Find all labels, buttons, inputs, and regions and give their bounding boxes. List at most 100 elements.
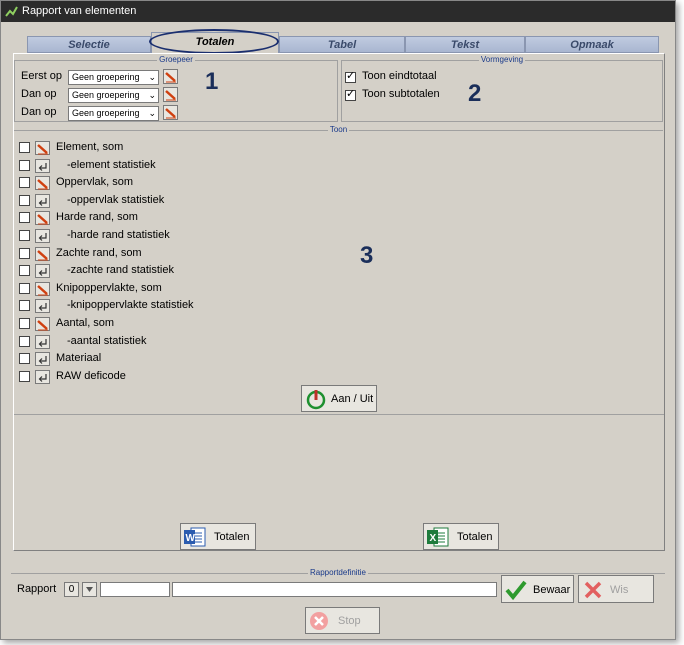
toon-item-checkbox[interactable] xyxy=(19,265,30,277)
window-title: Rapport van elementen xyxy=(22,5,137,17)
toon-item-checkbox[interactable] xyxy=(19,247,30,259)
edit-item-button[interactable] xyxy=(35,281,50,296)
item-detail-button[interactable] xyxy=(35,299,50,314)
toon-item-label: -knipoppervlakte statistiek xyxy=(67,299,194,312)
toon-item-label: Oppervlak, som xyxy=(56,176,134,189)
x-icon xyxy=(584,581,602,599)
toon-item-label: Element, som xyxy=(56,141,124,153)
toon-item-checkbox[interactable] xyxy=(19,177,30,189)
item-detail-button[interactable] xyxy=(35,229,50,243)
divider xyxy=(14,414,664,415)
toon-item-checkbox[interactable] xyxy=(19,353,30,365)
tab-totalen[interactable]: Totalen xyxy=(151,32,279,54)
edit-item-button[interactable] xyxy=(35,211,50,226)
rapport-name-field[interactable] xyxy=(172,582,497,597)
toon-item-label: Zachte rand, som xyxy=(56,246,142,259)
tab-tekst[interactable]: Tekst xyxy=(405,36,525,53)
toon-item-checkbox[interactable] xyxy=(19,318,30,329)
groepeer-select-3[interactable]: Geen groepering ⌄ xyxy=(68,106,159,121)
chevron-down-icon: ⌄ xyxy=(148,72,156,82)
pencil-icon xyxy=(165,108,176,119)
groepeer-label-2: Dan op xyxy=(21,88,57,100)
toon-item-checkbox[interactable] xyxy=(19,212,30,224)
toon-item-checkbox[interactable] xyxy=(19,230,30,241)
checkmark-icon: ✓ xyxy=(346,88,356,100)
toon-item-checkbox[interactable] xyxy=(19,335,30,347)
toon-item-checkbox[interactable] xyxy=(19,370,30,382)
report-window: Rapport van elementen Selectie Totalen T… xyxy=(0,0,676,640)
toon-item-label: -harde rand statistiek xyxy=(67,229,170,241)
chevron-down-icon: ⌄ xyxy=(148,108,156,118)
checkmark-icon: ✓ xyxy=(346,70,356,82)
edit-item-button[interactable] xyxy=(35,246,50,261)
toon-eindtotaal-checkbox[interactable]: ✓ xyxy=(345,70,356,83)
export-word-label: Totalen xyxy=(214,531,250,543)
edit-item-button[interactable] xyxy=(35,176,50,191)
stop-button[interactable]: Stop xyxy=(305,607,380,634)
annotation-1: 1 xyxy=(205,68,219,95)
rapport-number-box[interactable]: 0 xyxy=(64,582,79,597)
pencil-icon xyxy=(37,284,48,296)
power-icon xyxy=(306,390,326,410)
triangle-down-icon xyxy=(86,587,93,592)
excel-icon: X xyxy=(427,527,449,547)
export-word-button[interactable]: W Totalen xyxy=(180,523,256,550)
pencil-icon xyxy=(37,179,48,190)
stop-icon xyxy=(310,612,328,630)
pencil-icon xyxy=(37,144,48,155)
toon-item-label: -oppervlak statistiek xyxy=(67,193,165,206)
edit-grouping-1-button[interactable] xyxy=(163,69,178,84)
rapport-dropdown-button[interactable] xyxy=(82,582,97,597)
item-detail-button[interactable] xyxy=(35,352,50,367)
toon-item-label: -element statistiek xyxy=(67,158,156,171)
vormgeving-legend: Vormgeving xyxy=(480,55,524,64)
app-icon xyxy=(5,6,18,17)
return-arrow-icon xyxy=(38,197,47,206)
pencil-icon xyxy=(37,214,48,225)
totalen-panel: Groepeer Eerst op Geen groepering ⌄ Dan o… xyxy=(13,53,665,551)
item-detail-button[interactable] xyxy=(35,193,50,208)
groepeer-select-2[interactable]: Geen groepering ⌄ xyxy=(68,88,159,103)
return-arrow-icon xyxy=(38,233,47,241)
edit-grouping-2-button[interactable] xyxy=(163,87,178,102)
groepeer-select-1[interactable]: Geen groepering ⌄ xyxy=(68,70,159,85)
annotation-3: 3 xyxy=(360,242,374,269)
return-arrow-icon xyxy=(38,268,47,277)
tab-strip: Selectie Totalen Tabel Tekst Opmaak xyxy=(27,32,659,54)
toon-subtotalen-checkbox[interactable]: ✓ xyxy=(345,88,356,101)
delete-label: Wis xyxy=(610,584,629,596)
toon-item-checkbox[interactable] xyxy=(19,194,30,206)
toon-item-checkbox[interactable] xyxy=(19,300,30,312)
toon-item-checkbox[interactable] xyxy=(19,159,30,171)
item-detail-button[interactable] xyxy=(35,158,50,173)
edit-item-button[interactable] xyxy=(35,141,50,155)
rapportdefinitie-legend: Rapportdefinitie xyxy=(309,568,367,577)
item-detail-button[interactable] xyxy=(35,369,50,384)
save-label: Bewaar xyxy=(533,584,571,596)
groepeer-legend: Groepeer xyxy=(159,55,193,64)
toon-item-checkbox[interactable] xyxy=(19,282,30,294)
toon-item-label: RAW deficode xyxy=(56,369,126,382)
item-detail-button[interactable] xyxy=(35,264,50,279)
tab-opmaak[interactable]: Opmaak xyxy=(525,36,659,53)
export-excel-button[interactable]: X Totalen xyxy=(423,523,499,550)
tab-tabel[interactable]: Tabel xyxy=(279,36,405,53)
groepeer-label-1: Eerst op xyxy=(21,70,62,82)
checkmark-icon xyxy=(505,580,527,601)
delete-button[interactable]: Wis xyxy=(578,575,654,603)
toon-item-checkbox[interactable] xyxy=(19,142,30,153)
save-button[interactable]: Bewaar xyxy=(501,575,574,603)
toon-legend: Toon xyxy=(329,125,348,134)
word-icon: W xyxy=(184,527,206,547)
toon-item-label: -aantal statistiek xyxy=(67,334,147,347)
toggle-all-button[interactable]: Aan / Uit xyxy=(301,385,377,412)
edit-grouping-3-button[interactable] xyxy=(163,105,178,120)
tab-selectie[interactable]: Selectie xyxy=(27,36,151,53)
chevron-down-icon: ⌄ xyxy=(148,90,156,100)
toon-item-label: -zachte rand statistiek xyxy=(67,264,174,277)
toon-eindtotaal-label: Toon eindtotaal xyxy=(362,70,437,82)
rapport-code-field[interactable] xyxy=(100,582,170,597)
item-detail-button[interactable] xyxy=(35,334,50,349)
export-excel-label: Totalen xyxy=(457,531,493,543)
edit-item-button[interactable] xyxy=(35,317,50,331)
